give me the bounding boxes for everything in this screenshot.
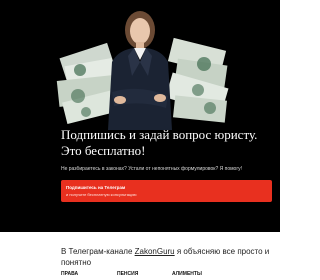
tab-pension[interactable]: ПЕНСИЯ <box>117 271 138 278</box>
hero-banner: Подпишись и задай вопрос юристу. Это бес… <box>0 0 280 232</box>
tab-rights[interactable]: ПРАВА <box>61 271 78 278</box>
channel-description: В Телеграм-канале ZakonGuru я объясняю в… <box>61 246 275 268</box>
channel-link[interactable]: ZakonGuru <box>135 247 175 256</box>
hero-headline: Подпишись и задай вопрос юристу. Это бес… <box>61 127 258 158</box>
tab-alimony[interactable]: АЛИМЕНТЫ <box>172 271 202 278</box>
topic-tabs: ПРАВА ПЕНСИЯ АЛИМЕНТЫ <box>0 270 280 280</box>
hero-subtext: Не разбираетесь в законах? Устали от неп… <box>61 166 243 172</box>
cta-subtitle: и получите бесплатную консультацию <box>66 192 137 197</box>
subscribe-telegram-button[interactable]: Подпишитесь на Телеграм и получите беспл… <box>61 180 272 202</box>
cta-title: Подпишитесь на Телеграм <box>66 185 126 190</box>
hero-image <box>0 0 280 130</box>
banknote-stack-right <box>165 37 229 123</box>
channel-description-prefix: В Телеграм-канале <box>61 247 135 256</box>
